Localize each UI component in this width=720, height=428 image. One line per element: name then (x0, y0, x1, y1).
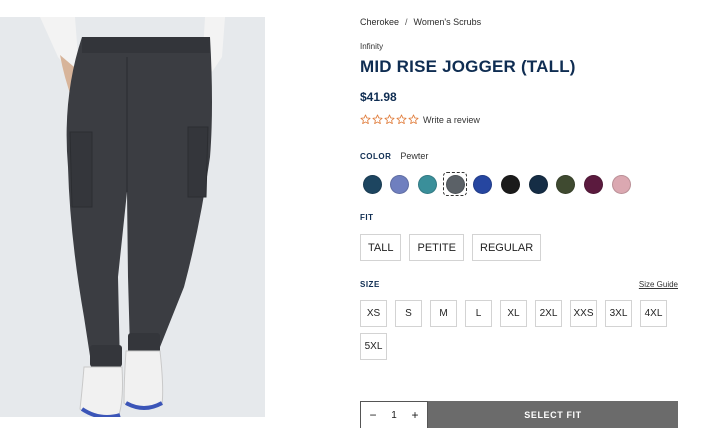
size-option-m[interactable]: M (430, 300, 457, 327)
quantity-stepper: − 1 + (360, 401, 428, 428)
write-review-link[interactable]: Write a review (423, 115, 480, 125)
selected-color-name: Pewter (400, 151, 429, 161)
fit-label: FIT (360, 213, 374, 222)
color-swatch-dot (362, 174, 382, 194)
size-option-5xl[interactable]: 5XL (360, 333, 387, 360)
size-option-l[interactable]: L (465, 300, 492, 327)
color-swatch[interactable] (360, 172, 384, 196)
fit-options: TALL PETITE REGULAR (360, 234, 542, 261)
product-price: $41.98 (360, 90, 397, 104)
size-option-xxs[interactable]: XXS (570, 300, 597, 327)
size-option-4xl[interactable]: 4XL (640, 300, 667, 327)
quantity-value[interactable]: 1 (391, 410, 397, 421)
rating: Write a review (360, 114, 480, 125)
product-title: MID RISE JOGGER (TALL) (360, 57, 576, 76)
color-swatch-dot (390, 174, 410, 194)
color-swatch-dot (556, 174, 576, 194)
rating-stars[interactable] (360, 114, 419, 125)
color-swatch[interactable] (443, 172, 468, 196)
color-swatch[interactable] (526, 172, 550, 196)
product-collection: Infinity (360, 42, 384, 51)
breadcrumb-item-category[interactable]: Women's Scrubs (414, 17, 482, 27)
increment-button[interactable]: + (409, 408, 421, 422)
color-swatch[interactable] (388, 172, 412, 196)
breadcrumb-item-brand[interactable]: Cherokee (360, 17, 399, 27)
fit-option-regular[interactable]: REGULAR (472, 234, 542, 261)
color-row: COLOR Pewter (360, 151, 428, 161)
fit-option-tall[interactable]: TALL (360, 234, 402, 261)
color-swatch[interactable] (415, 172, 439, 196)
color-swatch-dot (584, 174, 603, 194)
color-swatch-dot (473, 174, 493, 194)
color-swatch-dot (417, 174, 437, 194)
star-icon (396, 114, 407, 125)
size-option-xs[interactable]: XS (360, 300, 387, 327)
breadcrumb: Cherokee / Women's Scrubs (360, 17, 481, 27)
size-option-s[interactable]: S (395, 300, 422, 327)
color-swatch-dot (500, 174, 520, 194)
size-options: XS S M L XL 2XL XXS 3XL 4XL 5XL (360, 300, 690, 360)
star-icon (408, 114, 419, 125)
size-label: SIZE (360, 280, 380, 289)
color-swatch-dot (445, 174, 465, 194)
color-swatch-dot (611, 174, 631, 194)
color-swatches (360, 172, 637, 196)
star-icon (384, 114, 395, 125)
add-to-cart-bar: − 1 + SELECT FIT (360, 401, 678, 428)
star-icon (360, 114, 371, 125)
size-option-xl[interactable]: XL (500, 300, 527, 327)
color-swatch-dot (528, 174, 548, 194)
size-option-3xl[interactable]: 3XL (605, 300, 632, 327)
star-icon (372, 114, 383, 125)
select-fit-button[interactable]: SELECT FIT (428, 401, 678, 428)
size-option-2xl[interactable]: 2XL (535, 300, 562, 327)
color-swatch[interactable] (554, 172, 578, 196)
fit-option-petite[interactable]: PETITE (409, 234, 464, 261)
decrement-button[interactable]: − (367, 408, 379, 422)
color-label: COLOR (360, 152, 392, 161)
color-swatch[interactable] (609, 172, 633, 196)
color-swatch[interactable] (471, 172, 495, 196)
breadcrumb-separator: / (405, 17, 408, 27)
product-image (0, 17, 265, 417)
color-swatch[interactable] (498, 172, 522, 196)
color-swatch[interactable] (582, 172, 606, 196)
size-guide-link[interactable]: Size Guide (639, 280, 678, 289)
